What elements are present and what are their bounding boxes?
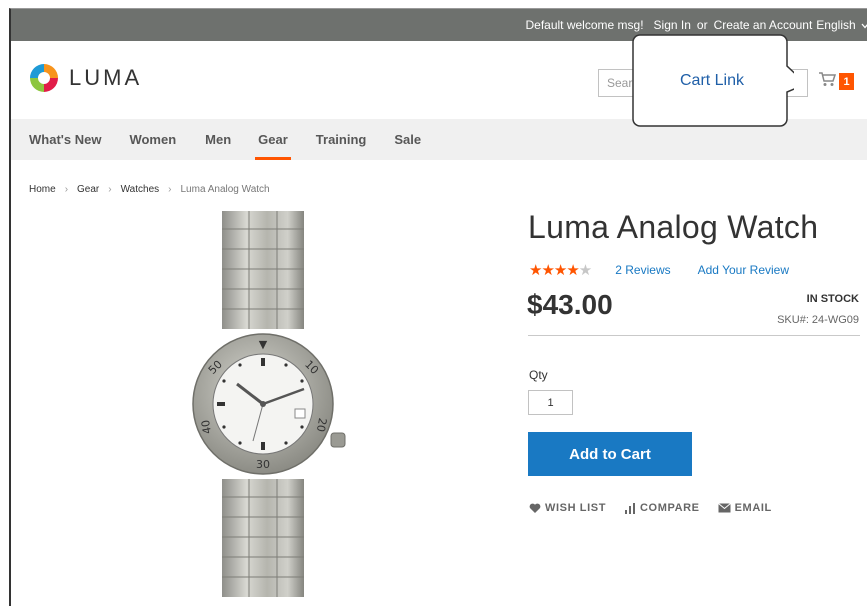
- breadcrumb-separator-icon: ›: [108, 184, 112, 195]
- luma-logo-icon: [29, 63, 59, 93]
- nav-item-men[interactable]: Men: [205, 119, 231, 160]
- create-account-link[interactable]: Create an Account: [714, 18, 813, 32]
- wish-list-link[interactable]: WISH LIST: [529, 502, 606, 514]
- svg-text:40: 40: [199, 419, 214, 435]
- nav-item-training[interactable]: Training: [316, 119, 367, 160]
- compare-link[interactable]: COMPARE: [624, 502, 700, 514]
- product-rating: ★★★★★ 2 Reviews Add Your Review: [529, 261, 789, 279]
- cart-icon: [818, 71, 837, 92]
- rating-stars-icon: ★★★★★: [529, 262, 592, 279]
- svg-text:▼: ▼: [259, 338, 268, 351]
- nav-item-gear[interactable]: Gear: [255, 119, 291, 160]
- callout-text: Cart Link: [679, 72, 745, 89]
- or-text: or: [696, 18, 708, 32]
- product-title: Luma Analog Watch: [528, 209, 819, 245]
- wish-list-label: WISH LIST: [545, 502, 607, 514]
- breadcrumb-separator-icon: ›: [64, 184, 69, 195]
- product-sku: SKU#: 24-WG09: [777, 314, 859, 326]
- nav-item-sale[interactable]: Sale: [394, 119, 421, 160]
- heart-icon: [529, 503, 541, 513]
- cart-link[interactable]: 1: [818, 71, 854, 92]
- qty-input[interactable]: 1: [528, 390, 573, 415]
- product-image[interactable]: ▼ 10 20 30 40 50: [181, 209, 361, 599]
- svg-text:20: 20: [314, 417, 329, 433]
- welcome-message: Default welcome msg!: [525, 18, 644, 32]
- compare-label: COMPARE: [640, 502, 700, 514]
- breadcrumb-separator-icon: ›: [168, 184, 172, 195]
- breadcrumb-current: Luma Analog Watch: [180, 184, 270, 195]
- divider: [528, 335, 860, 336]
- email-link[interactable]: EMAIL: [717, 502, 772, 514]
- browser-frame: Default welcome msg! Sign In or Create a…: [9, 8, 867, 606]
- chevron-down-icon: [861, 18, 867, 32]
- nav-item-whats-new[interactable]: What's New: [29, 119, 101, 160]
- language-label: English: [816, 18, 856, 32]
- email-label: EMAIL: [734, 502, 772, 514]
- breadcrumb-home[interactable]: Home: [29, 184, 56, 195]
- logo[interactable]: LUMA: [29, 63, 142, 93]
- product-price: $43.00: [527, 289, 613, 320]
- add-review-link[interactable]: Add Your Review: [698, 263, 789, 277]
- reviews-link[interactable]: 2 Reviews: [615, 263, 670, 277]
- envelope-icon: [717, 503, 731, 513]
- breadcrumb-watches[interactable]: Watches: [121, 184, 160, 195]
- language-switcher[interactable]: English: [816, 18, 867, 32]
- cart-count-badge: 1: [839, 73, 854, 90]
- qty-label: Qty: [529, 368, 548, 382]
- breadcrumb: Home › Gear › Watches › Luma Analog Watc…: [29, 184, 270, 195]
- logo-text: LUMA: [69, 65, 143, 90]
- product-actions: WISH LIST COMPARE EMAIL: [529, 502, 790, 514]
- compare-icon: [625, 502, 636, 514]
- add-to-cart-button[interactable]: Add to Cart: [528, 432, 692, 476]
- svg-text:30: 30: [256, 458, 270, 471]
- sign-in-link[interactable]: Sign In: [654, 18, 691, 32]
- nav-item-women[interactable]: Women: [129, 119, 176, 160]
- breadcrumb-gear[interactable]: Gear: [77, 184, 99, 195]
- stock-status: IN STOCK: [806, 293, 859, 305]
